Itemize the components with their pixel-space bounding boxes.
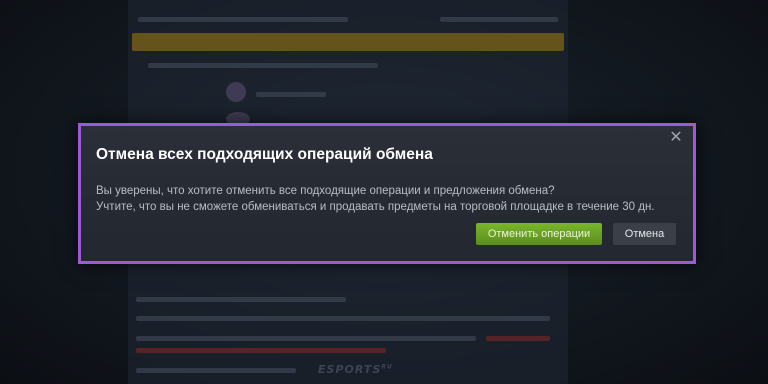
blurred-link	[136, 348, 386, 353]
dialog-message-line: Вы уверены, что хотите отменить все подх…	[96, 185, 555, 197]
watermark-logo: ESPORTSRU	[318, 363, 393, 376]
dialog-message-line: Учтите, что вы не сможете обмениваться и…	[96, 201, 655, 213]
dialog-message: Вы уверены, что хотите отменить все подх…	[96, 183, 655, 215]
blurred-paragraph	[136, 368, 296, 373]
blurred-row	[148, 63, 378, 68]
dialog-title: Отмена всех подходящих операций обмена	[96, 146, 433, 163]
blurred-row	[256, 92, 326, 97]
cancel-button[interactable]: Отмена	[613, 223, 676, 245]
blurred-heading	[136, 297, 346, 302]
blurred-paragraph	[136, 316, 550, 321]
cancel-trades-dialog: ✕ Отмена всех подходящих операций обмена…	[78, 123, 696, 264]
confirm-cancel-operations-button[interactable]: Отменить операции	[476, 223, 602, 245]
blurred-heading	[138, 17, 348, 22]
blurred-paragraph	[136, 336, 476, 341]
blurred-warning-banner	[132, 33, 564, 51]
blurred-heading-link	[440, 17, 558, 22]
blurred-link	[486, 336, 550, 341]
close-icon[interactable]: ✕	[669, 129, 683, 145]
blurred-avatar	[226, 82, 246, 102]
